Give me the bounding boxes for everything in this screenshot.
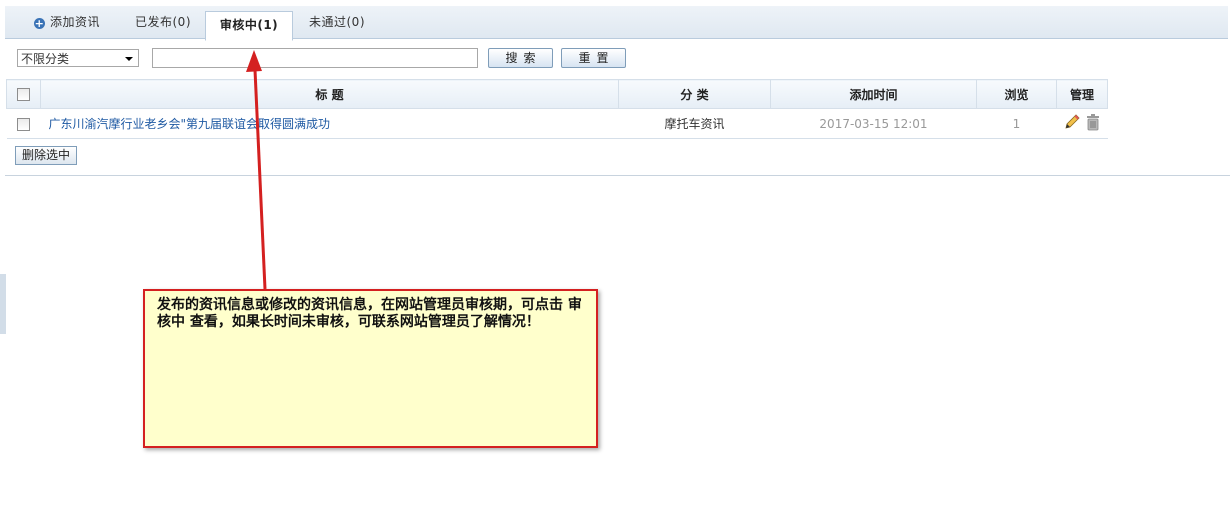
header-manage: 管理: [1056, 79, 1108, 109]
tab-bar: + 添加资讯 已发布(0) 审核中(1) 未通过(0): [5, 6, 1228, 41]
manage-cell: [1056, 108, 1108, 139]
side-collapse-handle[interactable]: [0, 274, 6, 334]
row-checkbox[interactable]: [17, 117, 30, 131]
row-checkbox-cell: [6, 108, 41, 139]
select-all-checkbox[interactable]: [17, 88, 30, 101]
news-table: 标 题 分 类 添加时间 浏览 管理 广东川渝汽摩行业老乡会"第九届联谊会取得圆…: [6, 79, 1108, 139]
pencil-edit-icon[interactable]: [1063, 114, 1081, 133]
header-title: 标 题: [40, 79, 619, 109]
tab-published[interactable]: 已发布(0): [123, 6, 203, 38]
annotation-callout: 发布的资讯信息或修改的资讯信息，在网站管理员审核期，可点击 审核中 查看，如果长…: [143, 289, 598, 448]
category-select-value: 不限分类: [21, 52, 70, 66]
trash-delete-icon[interactable]: [1085, 113, 1101, 134]
table-row: 广东川渝汽摩行业老乡会"第九届联谊会取得圆满成功 摩托车资讯 2017-03-1…: [6, 108, 1108, 139]
header-category: 分 类: [618, 79, 771, 109]
annotation-text: 发布的资讯信息或修改的资讯信息，在网站管理员审核期，可点击 审核中 查看，如果长…: [157, 297, 582, 330]
news-title-link[interactable]: 广东川渝汽摩行业老乡会"第九届联谊会取得圆满成功: [40, 108, 619, 139]
header-views: 浏览: [976, 79, 1057, 109]
news-views: 1: [976, 108, 1057, 139]
plus-circle-icon: +: [33, 17, 45, 30]
tab-under-review[interactable]: 审核中(1): [205, 11, 293, 41]
tab-label: 添加资讯: [49, 15, 100, 29]
tab-rejected[interactable]: 未通过(0): [299, 6, 375, 38]
news-category: 摩托车资讯: [618, 108, 771, 139]
delete-selected-button[interactable]: 删除选中: [15, 146, 78, 165]
header-date: 添加时间: [770, 79, 977, 109]
search-input[interactable]: [152, 48, 478, 68]
header-select-all[interactable]: [6, 79, 41, 109]
reset-button[interactable]: 重置: [561, 48, 626, 68]
news-date: 2017-03-15 12:01: [770, 108, 977, 139]
table-header-row: 标 题 分 类 添加时间 浏览 管理: [6, 79, 1108, 109]
search-button[interactable]: 搜索: [488, 48, 553, 68]
category-select[interactable]: 不限分类: [17, 49, 139, 67]
tab-add-news[interactable]: + 添加资讯: [27, 6, 107, 38]
chevron-down-icon: [125, 57, 133, 61]
divider: [5, 175, 1230, 176]
